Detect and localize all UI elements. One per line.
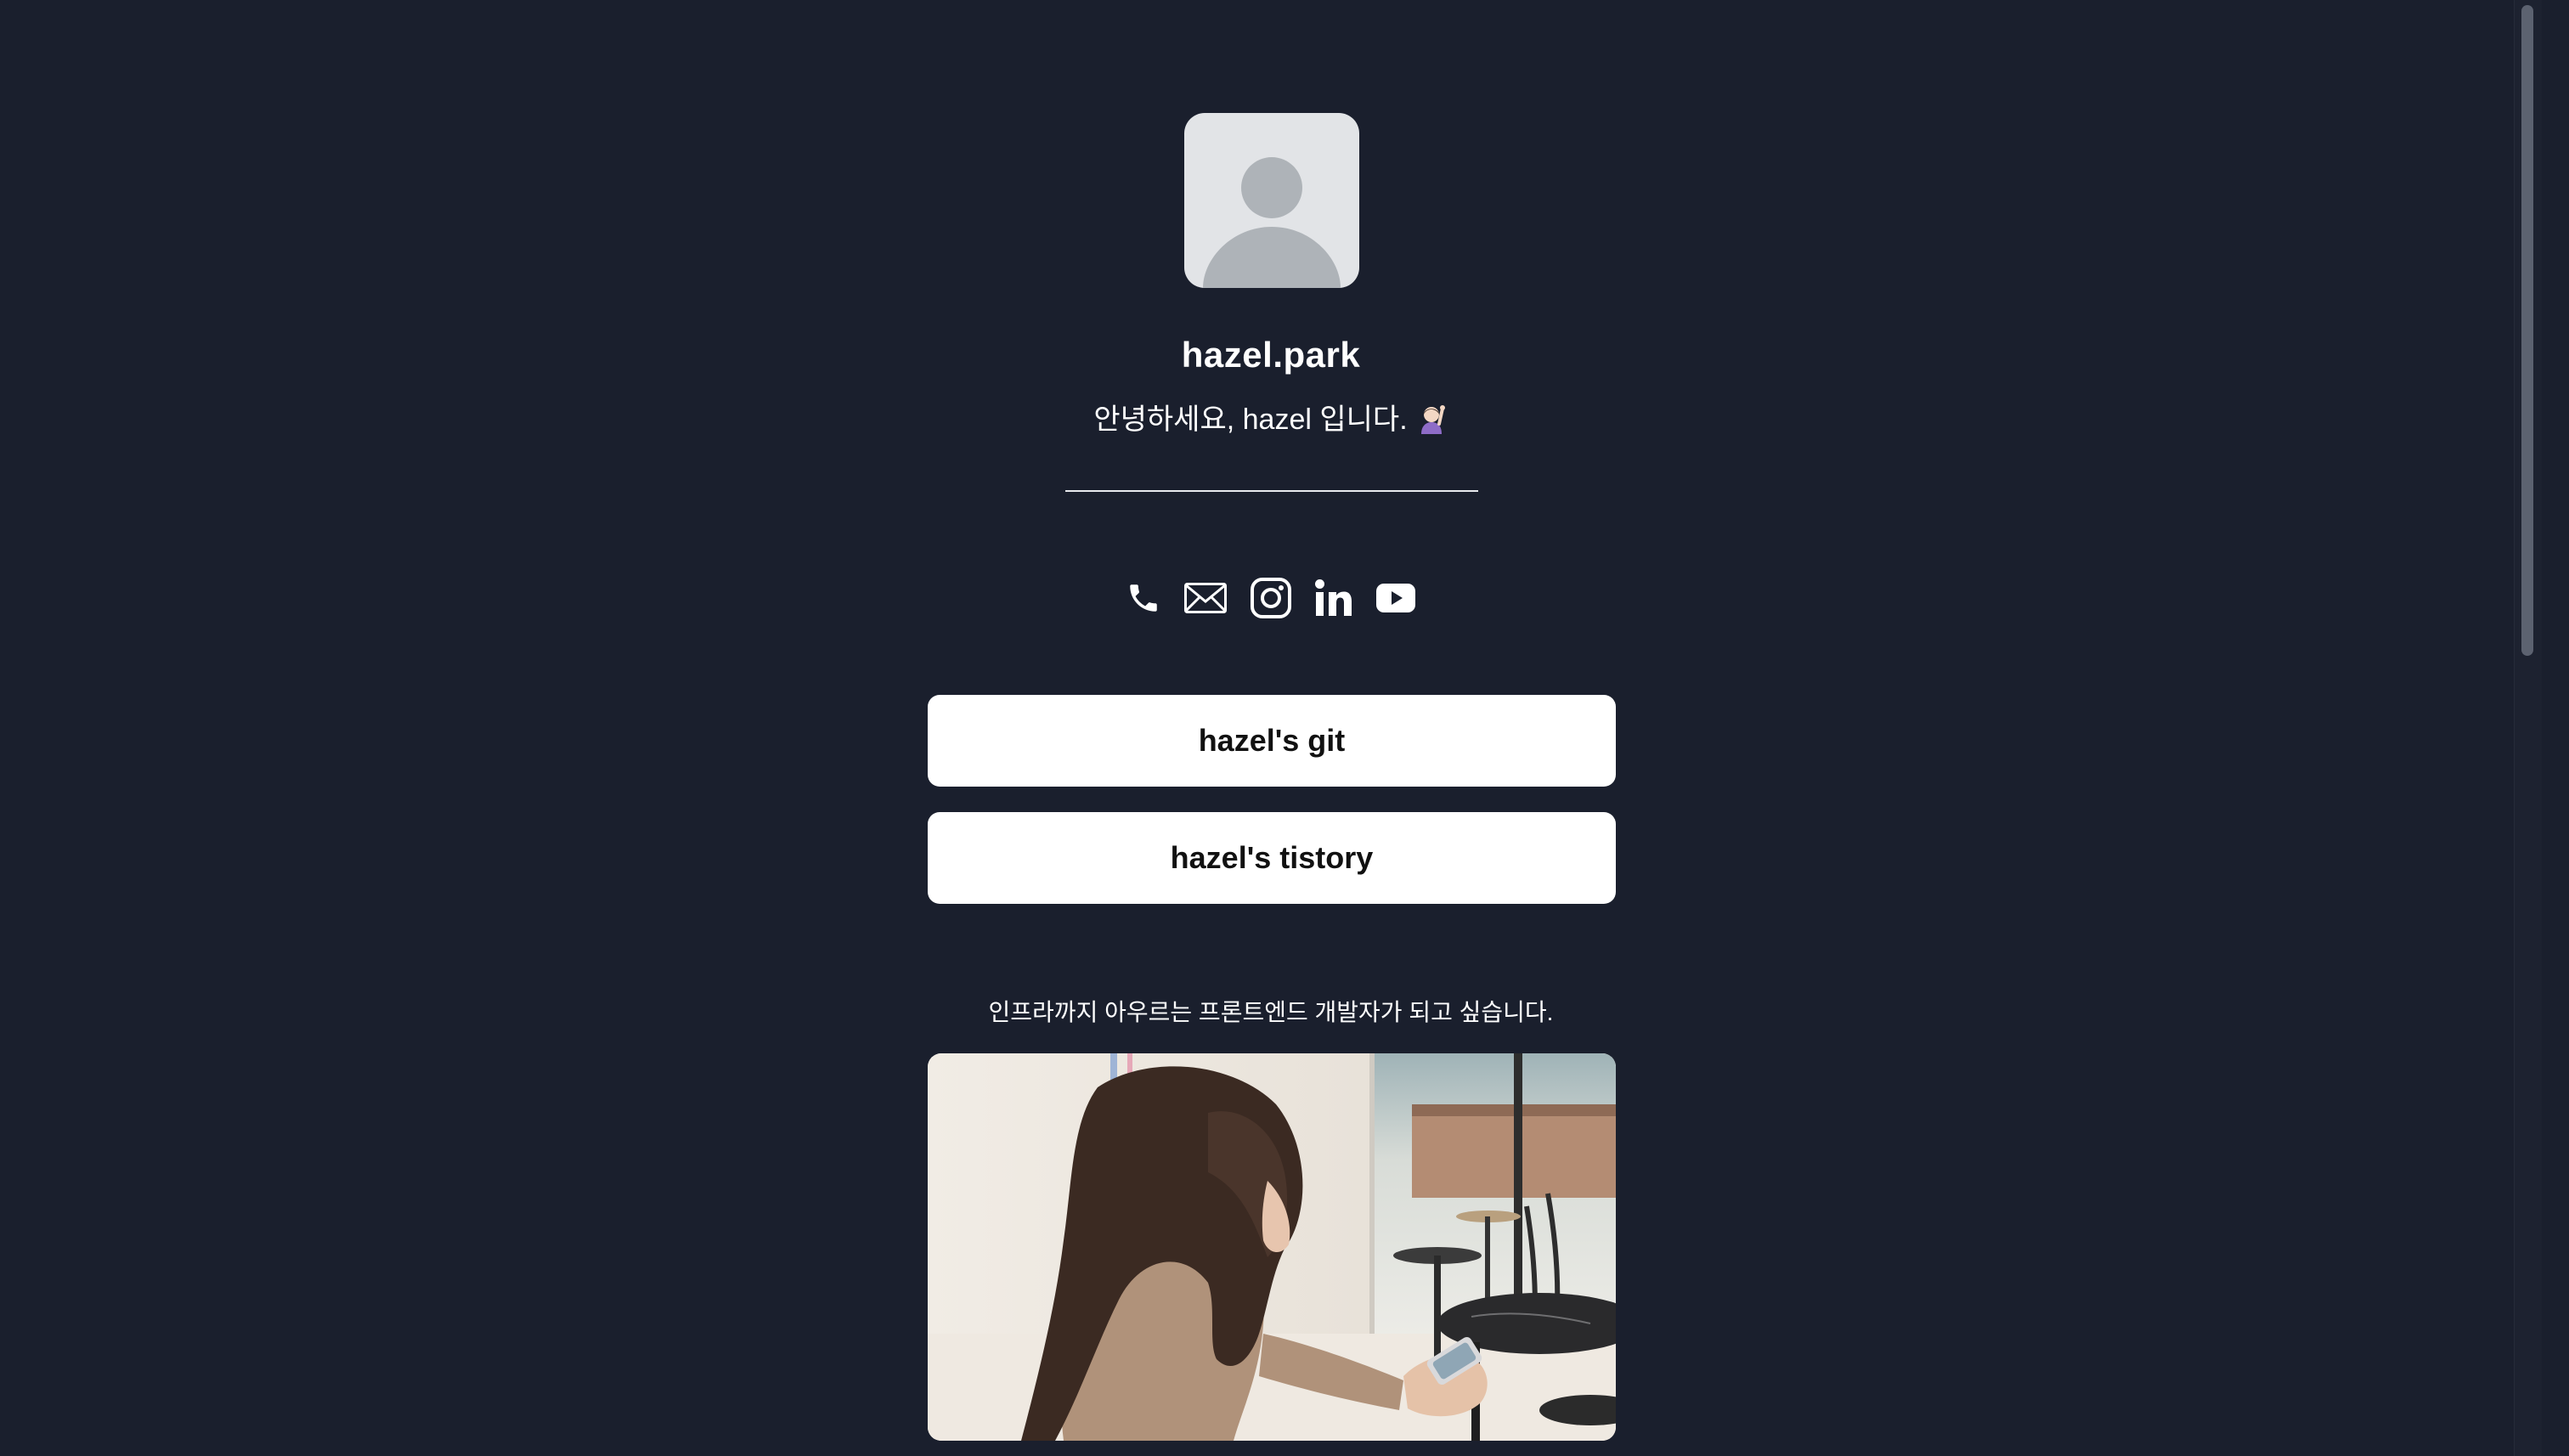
git-link-button[interactable]: hazel's git [928, 695, 1616, 787]
divider [1065, 490, 1478, 492]
linkedin-icon [1315, 579, 1352, 616]
instagram-icon [1251, 578, 1291, 618]
woman-raising-hand-emoji-icon [1414, 400, 1448, 434]
greeting-text: 안녕하세요, hazel 입니다. [1093, 404, 1408, 436]
profile-username: hazel.park [1181, 335, 1361, 375]
phone-link[interactable] [1126, 580, 1161, 616]
scrollbar-thumb[interactable] [2521, 5, 2533, 656]
profile-page: hazel.park 안녕하세요, hazel 입니다. hazel's git… [0, 0, 2542, 1456]
profile-photo [928, 1053, 1616, 1441]
email-link[interactable] [1183, 580, 1228, 616]
linkedin-link[interactable] [1314, 578, 1353, 618]
about-tagline: 인프라까지 아우르는 프론트엔드 개발자가 되고 싶습니다. [988, 999, 1554, 1025]
page-scrollbar[interactable] [2514, 0, 2542, 1456]
phone-icon [1130, 584, 1157, 612]
avatar [1184, 113, 1359, 288]
instagram-link[interactable] [1250, 577, 1292, 619]
profile-greeting: 안녕하세요, hazel 입니다. [0, 398, 2542, 442]
person-silhouette-icon [1203, 157, 1341, 288]
youtube-icon [1376, 584, 1415, 612]
social-links [0, 574, 2542, 622]
mail-icon [1184, 583, 1227, 613]
youtube-link[interactable] [1375, 583, 1416, 613]
tistory-link-button[interactable]: hazel's tistory [928, 812, 1616, 904]
